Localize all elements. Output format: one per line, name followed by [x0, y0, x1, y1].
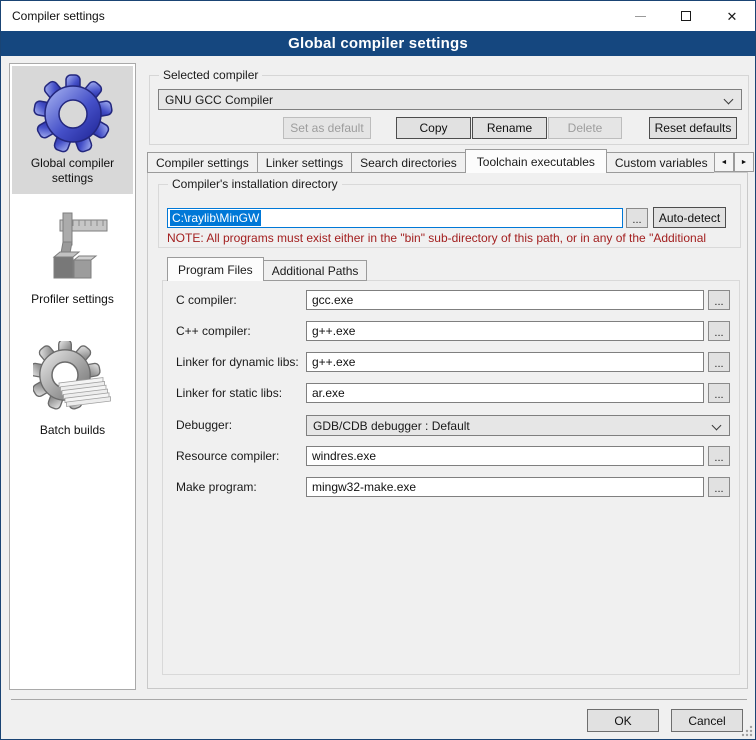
auto-detect-button[interactable]: Auto-detect: [653, 207, 726, 228]
field-label: Linker for dynamic libs:: [176, 355, 299, 369]
cpp-compiler-input[interactable]: [306, 321, 704, 341]
program-files-panel: C compiler: ... C++ compiler: ... Linker…: [162, 280, 740, 675]
dialog-banner: Global compiler settings: [1, 31, 755, 56]
dynamic-linker-row: Linker for dynamic libs: ...: [163, 352, 739, 373]
tab-custom-variables[interactable]: Custom variables: [606, 152, 714, 173]
window-controls: ✕: [617, 1, 755, 31]
install-dir-browse-button[interactable]: ...: [626, 208, 648, 228]
group-label: Selected compiler: [159, 68, 262, 82]
c-compiler-input[interactable]: [306, 290, 704, 310]
compiler-settings-dialog: Compiler settings ✕ Global compiler sett…: [0, 0, 756, 740]
tab-scroll-right-button[interactable]: ►: [734, 152, 754, 172]
maximize-button[interactable]: [663, 1, 709, 31]
make-program-browse-button[interactable]: ...: [708, 477, 730, 497]
debugger-select[interactable]: GDB/CDB debugger : Default: [306, 415, 730, 436]
bin-subdirectory-note: NOTE: All programs must exist either in …: [167, 231, 739, 245]
field-label: Make program:: [176, 480, 257, 494]
reset-defaults-button[interactable]: Reset defaults: [649, 117, 737, 139]
group-label: Compiler's installation directory: [168, 177, 342, 191]
field-label: C++ compiler:: [176, 324, 251, 338]
compiler-select-value: GNU GCC Compiler: [165, 93, 273, 107]
sidebar-item-label: Global compiler settings: [12, 156, 133, 186]
delete-button[interactable]: Delete: [548, 117, 622, 139]
tab-linker-settings[interactable]: Linker settings: [257, 152, 352, 173]
installation-directory-group: Compiler's installation directory C:\ray…: [158, 184, 741, 248]
settings-sidebar: Global compiler settings Profiler settin…: [9, 63, 136, 690]
scroll-left-icon: ◄: [721, 159, 728, 166]
tab-scroll-left-button[interactable]: ◄: [714, 152, 734, 172]
minimize-button[interactable]: [617, 1, 663, 31]
c-compiler-row: C compiler: ...: [163, 290, 739, 311]
tab-program-files[interactable]: Program Files: [167, 257, 264, 281]
close-icon: ✕: [727, 10, 738, 23]
toolchain-executables-page: Compiler's installation directory C:\ray…: [147, 172, 748, 689]
install-dir-input[interactable]: C:\raylib\MinGW: [167, 208, 623, 228]
sidebar-item-batch-builds[interactable]: Batch builds: [12, 333, 133, 446]
dynamic-linker-browse-button[interactable]: ...: [708, 352, 730, 372]
resize-grip[interactable]: [741, 725, 753, 737]
scroll-right-icon: ►: [741, 159, 748, 166]
dynamic-linker-input[interactable]: [306, 352, 704, 372]
resource-compiler-browse-button[interactable]: ...: [708, 446, 730, 466]
rename-button[interactable]: Rename: [472, 117, 547, 139]
static-linker-browse-button[interactable]: ...: [708, 383, 730, 403]
make-program-input[interactable]: [306, 477, 704, 497]
programs-tab-strip: Program Files Additional Paths: [167, 257, 366, 281]
debugger-select-value: GDB/CDB debugger : Default: [313, 419, 470, 433]
window-title: Compiler settings: [12, 9, 105, 23]
tab-search-directories[interactable]: Search directories: [351, 152, 466, 173]
c-compiler-browse-button[interactable]: ...: [708, 290, 730, 310]
titlebar: Compiler settings ✕: [1, 1, 755, 31]
cpp-compiler-row: C++ compiler: ...: [163, 321, 739, 342]
tab-additional-paths[interactable]: Additional Paths: [263, 260, 368, 281]
close-button[interactable]: ✕: [709, 1, 755, 31]
gear-blue-icon: [33, 74, 113, 154]
copy-button[interactable]: Copy: [396, 117, 471, 139]
sidebar-item-global-compiler-settings[interactable]: Global compiler settings: [12, 66, 133, 194]
maximize-icon: [681, 11, 691, 21]
field-label: Resource compiler:: [176, 449, 279, 463]
settings-tab-strip: Compiler settings Linker settings Search…: [147, 149, 714, 173]
chevron-down-icon: [724, 95, 734, 105]
compiler-select[interactable]: GNU GCC Compiler: [158, 89, 742, 110]
field-label: Linker for static libs:: [176, 386, 282, 400]
gear-gray-stack-icon: [33, 341, 113, 421]
tab-compiler-settings[interactable]: Compiler settings: [147, 152, 258, 173]
cpp-compiler-browse-button[interactable]: ...: [708, 321, 730, 341]
selected-compiler-group: Selected compiler GNU GCC Compiler Set a…: [149, 75, 749, 145]
banner-title: Global compiler settings: [288, 35, 468, 52]
debugger-row: Debugger: GDB/CDB debugger : Default: [163, 415, 739, 436]
minimize-icon: [635, 16, 646, 17]
tab-toolchain-executables[interactable]: Toolchain executables: [465, 149, 607, 173]
chevron-down-icon: [712, 421, 722, 431]
cancel-button[interactable]: Cancel: [671, 709, 743, 732]
sidebar-item-profiler-settings[interactable]: Profiler settings: [12, 202, 133, 315]
install-dir-selected-text: C:\raylib\MinGW: [170, 210, 261, 226]
caliper-icon: [33, 210, 113, 290]
set-as-default-button[interactable]: Set as default: [283, 117, 371, 139]
resource-compiler-row: Resource compiler: ...: [163, 446, 739, 467]
sidebar-item-label: Profiler settings: [12, 292, 133, 307]
field-label: Debugger:: [176, 418, 232, 432]
ok-button[interactable]: OK: [587, 709, 659, 732]
static-linker-row: Linker for static libs: ...: [163, 383, 739, 404]
sidebar-item-label: Batch builds: [12, 423, 133, 438]
footer-separator: [11, 699, 747, 700]
field-label: C compiler:: [176, 293, 237, 307]
resource-compiler-input[interactable]: [306, 446, 704, 466]
make-program-row: Make program: ...: [163, 477, 739, 498]
static-linker-input[interactable]: [306, 383, 704, 403]
